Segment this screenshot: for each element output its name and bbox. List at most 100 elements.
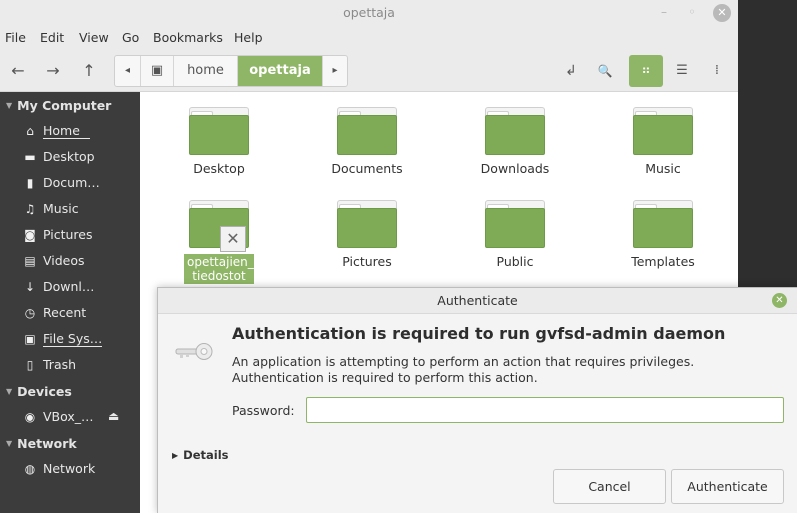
path-segment-home[interactable]: home [174,56,238,86]
sidebar-item-trash[interactable]: ▯ Trash [22,355,76,375]
dialog-title: Authenticate [437,293,518,308]
path-next-button[interactable]: ▸ [322,56,347,86]
breadcrumb: ◂ ▣ home opettaja ▸ [114,55,348,87]
menu-file[interactable]: File [5,30,26,45]
menu-edit[interactable]: Edit [40,30,64,45]
maximize-button[interactable]: ◦ [683,4,701,22]
folder-music[interactable]: Music [603,107,723,176]
sidebar-item-vbox[interactable]: ◉ VBox_… [22,407,94,427]
folder-desktop[interactable]: Desktop [159,107,279,176]
folder-icon [633,107,693,155]
sidebar-item-downloads[interactable]: ↓ Downl… [22,277,94,297]
icon-view-button[interactable]: ⠶ [629,55,663,87]
dialog-heading: Authentication is required to run gvfsd-… [232,324,726,343]
dialog-titlebar[interactable]: Authenticate ✕ [158,288,797,314]
sidebar-item-label: Music [43,201,79,216]
section-my-computer[interactable]: ▼ My Computer [6,98,111,113]
folder-icon [485,107,545,155]
forward-icon[interactable]: → [40,58,66,84]
folder-label: opettajien_ tiedostot [184,254,254,284]
expand-triangle-icon: ▶ [172,451,179,460]
window-titlebar[interactable]: opettaja – ◦ ✕ [0,0,738,26]
password-field[interactable] [306,397,784,423]
compact-view-button[interactable]: ⁞ [700,55,734,87]
sidebar-item-label: Desktop [43,149,95,164]
details-label: Details [183,448,229,462]
menu-go[interactable]: Go [122,30,139,45]
folder-icon [485,200,545,248]
section-network[interactable]: ▼ Network [6,436,77,451]
close-button[interactable]: ✕ [713,4,731,22]
film-icon: ▤ [24,254,36,268]
sidebar: ▼ My Computer ⌂ Home ▬ Desktop ▮ Docum… ♫ Mus… [0,92,140,513]
no-access-emblem-icon: ✕ [220,226,246,252]
disc-icon: ◉ [24,410,36,424]
sidebar-item-pictures[interactable]: ◙ Pictures [22,225,93,245]
sidebar-item-label: Trash [43,357,77,372]
path-segment-opettaja[interactable]: opettaja [238,56,322,86]
authenticate-dialog: Authenticate ✕ Authentication is require… [157,287,797,513]
toolbar: ← → ↑ ◂ ▣ home opettaja ▸ ↲ 🔍 ⠶ ☰ ⁞ [0,50,738,92]
music-icon: ♫ [24,202,36,216]
folder-label: Music [645,161,681,176]
sidebar-item-file-system[interactable]: ▣ File Sys… [22,329,103,349]
up-icon[interactable]: ↑ [76,58,102,84]
folder-opettajien-tiedostot[interactable]: opettajien_ tiedostot [159,200,279,284]
sidebar-item-label: Pictures [43,227,93,242]
folder-pictures[interactable]: Pictures [307,200,427,269]
document-icon: ▮ [26,176,34,190]
minimize-button[interactable]: – [655,4,673,22]
cancel-button[interactable]: Cancel [553,469,666,504]
list-view-button[interactable]: ☰ [665,55,699,87]
sidebar-item-label: VBox_… [43,409,94,424]
home-icon: ⌂ [26,124,34,138]
sidebar-item-label: Docum… [43,175,100,190]
sidebar-item-label: Network [43,461,96,476]
menu-help[interactable]: Help [234,30,263,45]
clock-icon: ◷ [24,306,36,320]
folder-public[interactable]: Public [455,200,575,269]
sidebar-item-videos[interactable]: ▤ Videos [22,251,85,271]
authenticate-button[interactable]: Authenticate [671,469,784,504]
section-label: Devices [17,384,72,399]
desktop-icon: ▬ [24,150,36,164]
sidebar-item-documents[interactable]: ▮ Docum… [22,173,100,193]
folder-templates[interactable]: Templates [603,200,723,269]
sidebar-item-music[interactable]: ♫ Music [22,199,79,219]
menubar: File Edit View Go Bookmarks Help [0,26,738,50]
drive-icon[interactable]: ▣ [141,56,174,86]
section-devices[interactable]: ▼ Devices [6,384,72,399]
menu-bookmarks[interactable]: Bookmarks [153,30,223,45]
folder-icon [337,200,397,248]
sidebar-item-label: Downl… [43,279,95,294]
folder-downloads[interactable]: Downloads [455,107,575,176]
trash-icon: ▯ [26,358,34,372]
sidebar-item-network[interactable]: ◍ Network [22,459,95,479]
sidebar-item-desktop[interactable]: ▬ Desktop [22,147,95,167]
folder-icon [337,107,397,155]
sidebar-item-home[interactable]: ⌂ Home [22,121,90,141]
folder-label: Templates [631,254,695,269]
drive-icon: ▣ [24,332,36,346]
sidebar-item-label: Recent [43,305,87,320]
folder-documents[interactable]: Documents [307,107,427,176]
menu-view[interactable]: View [79,30,109,45]
details-expander[interactable]: ▶ Details [172,448,229,462]
path-prev-button[interactable]: ◂ [115,56,141,86]
sidebar-item-label: Videos [43,253,85,268]
sidebar-item-label: Home [43,123,90,139]
folder-label: Public [496,254,534,269]
keys-icon [175,343,213,360]
window-title: opettaja [343,5,395,20]
sidebar-item-recent[interactable]: ◷ Recent [22,303,86,323]
search-icon[interactable]: 🔍 [592,58,618,84]
folder-label: Downloads [480,161,550,176]
eject-icon[interactable]: ⏏ [108,409,119,423]
toggle-location-icon[interactable]: ↲ [558,58,584,84]
folder-label: Desktop [193,161,245,176]
section-label: My Computer [17,98,112,113]
dialog-close-button[interactable]: ✕ [772,293,787,308]
section-label: Network [17,436,77,451]
globe-icon: ◍ [24,462,36,476]
back-icon[interactable]: ← [5,58,31,84]
